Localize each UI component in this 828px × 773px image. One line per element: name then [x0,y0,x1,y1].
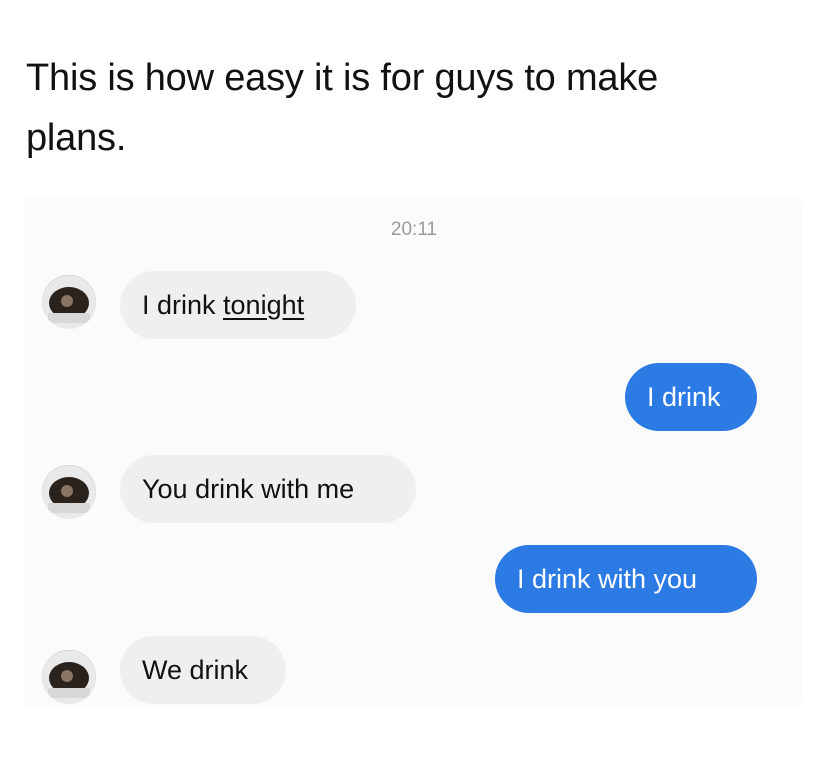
message-bubble-incoming[interactable]: We drink [120,636,286,704]
message-link-tonight[interactable]: tonight [223,290,304,320]
post-caption: This is how easy it is for guys to make … [26,57,659,159]
message-text: I drink [142,290,224,320]
contact-avatar[interactable] [42,275,96,329]
message-text: You drink with me [142,474,355,504]
message-timestamp: 20:11 [390,219,438,240]
message-text: I drink with you [517,564,698,594]
message-bubble-incoming[interactable]: I drink tonight [120,271,356,339]
message-bubble-outgoing[interactable]: I drink with you [495,545,757,613]
message-bubble-outgoing[interactable]: I drink [625,363,757,431]
avatar-photo-icon [42,650,96,704]
message-text: We drink [142,655,249,685]
contact-avatar[interactable] [42,465,96,519]
message-text: I drink [647,382,721,412]
message-bubble-incoming[interactable]: You drink with me [120,455,416,523]
contact-avatar[interactable] [42,650,96,704]
avatar-photo-icon [42,275,96,329]
avatar-photo-icon [42,465,96,519]
